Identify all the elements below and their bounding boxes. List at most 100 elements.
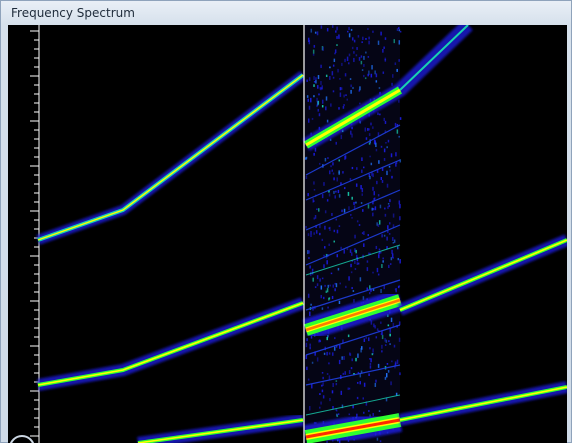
noise-speck bbox=[388, 222, 391, 225]
noise-speck bbox=[334, 49, 337, 53]
noise-speck bbox=[369, 285, 371, 289]
noise-speck bbox=[392, 213, 395, 218]
spectrogram-canvas bbox=[30, 25, 567, 443]
noise-speck bbox=[386, 146, 388, 149]
noise-speck bbox=[384, 57, 387, 62]
noise-speck bbox=[313, 44, 316, 48]
noise-speck bbox=[314, 214, 317, 219]
noise-speck bbox=[373, 191, 375, 196]
noise-speck bbox=[376, 222, 378, 226]
noise-speck bbox=[335, 380, 338, 382]
noise-speck bbox=[308, 77, 311, 81]
noise-speck bbox=[380, 177, 383, 180]
noise-speck bbox=[313, 217, 316, 220]
noise-speck bbox=[343, 249, 345, 254]
noise-speck bbox=[370, 358, 372, 363]
noise-speck bbox=[312, 277, 314, 282]
noise-speck bbox=[350, 271, 353, 274]
noise-speck bbox=[328, 243, 330, 247]
noise-speck bbox=[344, 58, 346, 63]
noise-speck bbox=[356, 381, 359, 384]
noise-speck bbox=[338, 107, 340, 110]
noise-speck bbox=[395, 163, 397, 167]
noise-speck bbox=[387, 139, 390, 143]
noise-speck bbox=[342, 106, 345, 109]
noise-speck bbox=[387, 324, 390, 327]
noise-speck bbox=[363, 55, 365, 60]
noise-speck bbox=[346, 98, 349, 101]
noise-speck bbox=[391, 82, 393, 86]
noise-speck bbox=[383, 117, 385, 122]
noise-speck bbox=[322, 46, 324, 51]
noise-speck bbox=[323, 182, 325, 186]
noise-speck bbox=[338, 300, 341, 304]
noise-speck bbox=[381, 264, 383, 269]
noise-speck bbox=[333, 58, 336, 63]
noise-speck bbox=[371, 65, 373, 70]
noise-speck bbox=[368, 128, 370, 131]
noise-speck bbox=[338, 359, 341, 365]
noise-speck bbox=[376, 267, 379, 273]
noise-speck bbox=[343, 187, 346, 190]
noise-speck bbox=[368, 40, 370, 45]
noise-speck bbox=[370, 73, 373, 78]
noise-speck bbox=[367, 56, 370, 58]
noise-speck bbox=[351, 252, 353, 256]
noise-speck bbox=[323, 352, 326, 355]
noise-speck bbox=[366, 260, 369, 263]
window-title-bar[interactable]: Frequency Spectrum bbox=[1, 1, 571, 25]
noise-speck bbox=[375, 245, 378, 250]
noise-speck bbox=[339, 87, 342, 91]
noise-speck bbox=[369, 347, 371, 350]
noise-speck bbox=[381, 179, 384, 183]
noise-speck bbox=[393, 39, 396, 44]
noise-speck bbox=[334, 288, 336, 292]
noise-speck bbox=[359, 102, 361, 105]
noise-speck bbox=[332, 284, 335, 288]
noise-speck bbox=[363, 411, 365, 414]
noise-speck bbox=[327, 306, 329, 309]
noise-speck bbox=[307, 378, 310, 381]
noise-speck bbox=[328, 170, 331, 175]
noise-speck bbox=[387, 370, 390, 373]
noise-speck bbox=[375, 336, 378, 339]
noise-speck bbox=[336, 229, 339, 234]
noise-speck bbox=[321, 194, 324, 199]
noise-speck bbox=[378, 86, 381, 90]
noise-speck bbox=[365, 137, 368, 140]
noise-speck bbox=[356, 47, 358, 50]
noise-speck bbox=[388, 233, 391, 235]
noise-speck bbox=[389, 169, 391, 172]
noise-speck bbox=[348, 62, 350, 65]
noise-speck bbox=[337, 189, 340, 194]
noise-speck bbox=[332, 64, 335, 67]
noise-speck bbox=[313, 188, 316, 191]
noise-speck bbox=[383, 234, 386, 237]
noise-speck bbox=[362, 166, 365, 169]
noise-speck bbox=[325, 96, 328, 101]
noise-speck bbox=[348, 33, 351, 38]
noise-speck bbox=[367, 337, 370, 342]
noise-speck bbox=[353, 51, 355, 54]
noise-speck bbox=[319, 393, 321, 395]
noise-speck bbox=[335, 141, 337, 145]
noise-speck bbox=[321, 238, 324, 242]
noise-speck bbox=[332, 162, 334, 166]
noise-speck bbox=[324, 284, 326, 287]
noise-speck bbox=[367, 234, 370, 237]
noise-speck bbox=[333, 190, 335, 194]
noise-speck bbox=[351, 358, 353, 362]
noise-speck bbox=[350, 89, 352, 94]
spectrogram-display[interactable] bbox=[8, 25, 567, 443]
noise-speck bbox=[367, 28, 369, 30]
noise-speck bbox=[331, 25, 334, 28]
noise-speck bbox=[376, 437, 379, 441]
noise-speck bbox=[316, 357, 319, 362]
noise-speck bbox=[387, 206, 389, 209]
noise-speck bbox=[311, 268, 314, 272]
noise-speck bbox=[313, 76, 315, 80]
noise-speck bbox=[351, 217, 353, 219]
noise-speck bbox=[370, 320, 373, 325]
noise-speck bbox=[386, 183, 389, 188]
noise-speck bbox=[369, 362, 372, 366]
